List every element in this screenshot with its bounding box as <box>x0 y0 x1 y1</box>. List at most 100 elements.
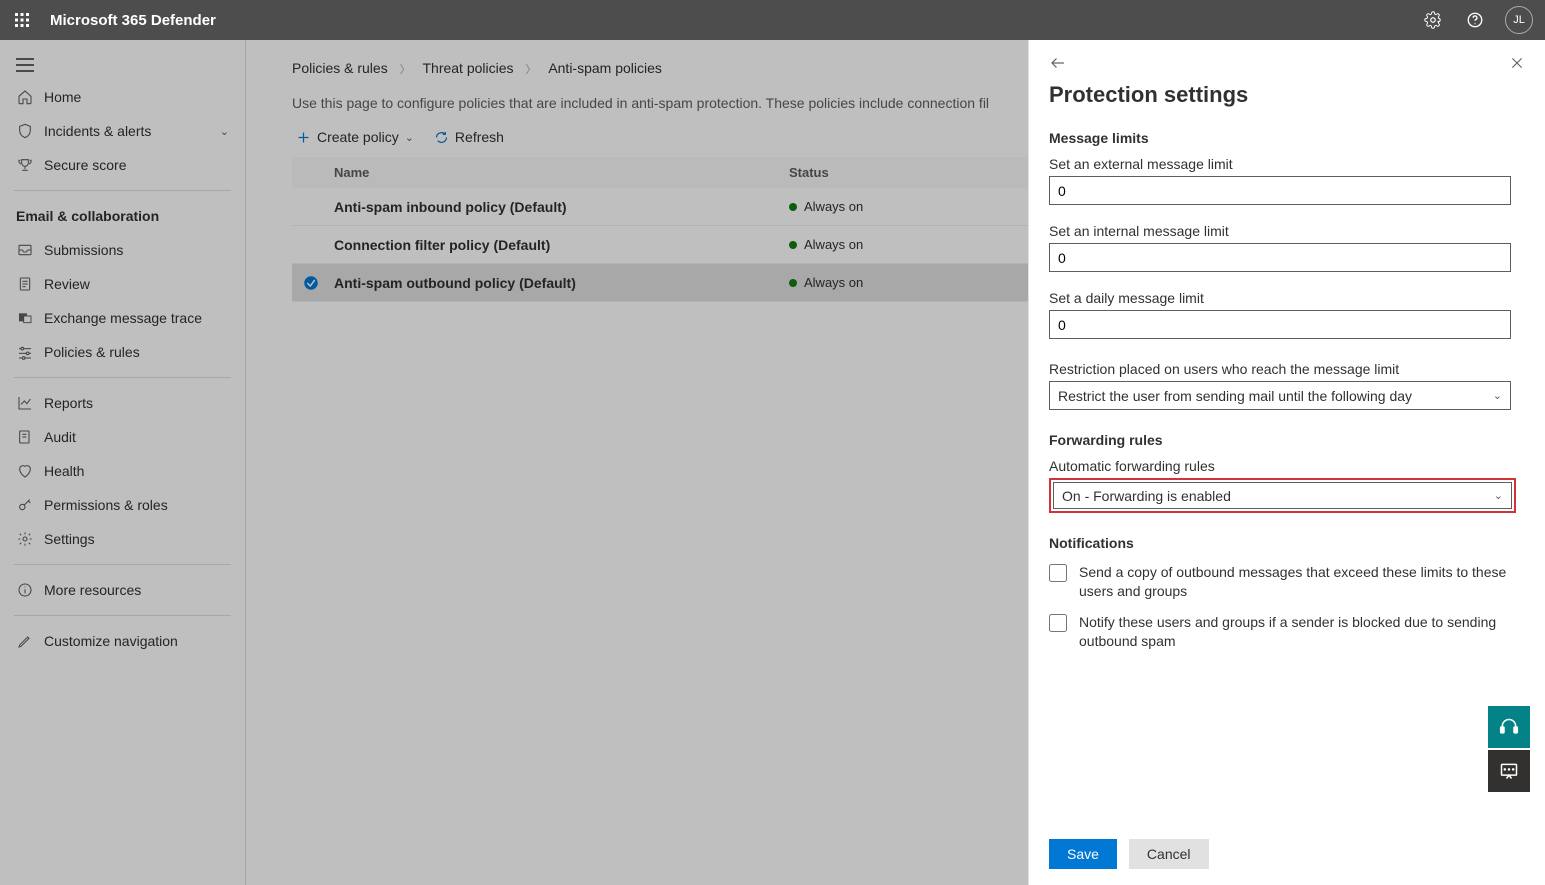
support-button[interactable] <box>1488 706 1530 748</box>
nav-health[interactable]: Health <box>0 454 245 488</box>
chevron-down-icon: ⌄ <box>1494 489 1503 502</box>
section-forwarding: Forwarding rules <box>1049 432 1525 448</box>
trophy-icon <box>16 157 34 173</box>
nav-label: Policies & rules <box>44 344 140 360</box>
nav-more-resources[interactable]: More resources <box>0 573 245 607</box>
row-status: Always on <box>789 237 929 252</box>
nav-label: Submissions <box>44 242 123 258</box>
section-notifications: Notifications <box>1049 535 1525 551</box>
nav-customize[interactable]: Customize navigation <box>0 624 245 658</box>
row-status: Always on <box>789 199 929 214</box>
app-launcher-icon[interactable] <box>12 10 32 30</box>
nav-secure-score[interactable]: Secure score <box>0 148 245 182</box>
app-title: Microsoft 365 Defender <box>50 12 216 29</box>
chevron-down-icon: ⌄ <box>1493 389 1502 402</box>
refresh-button[interactable]: Refresh <box>434 129 504 145</box>
nav-label: More resources <box>44 582 141 598</box>
nav-settings[interactable]: Settings <box>0 522 245 556</box>
nav-divider <box>14 377 231 378</box>
nav-submissions[interactable]: Submissions <box>0 233 245 267</box>
nav-label: Permissions & roles <box>44 497 168 513</box>
button-label: Refresh <box>455 129 504 145</box>
nav-label: Customize navigation <box>44 633 178 649</box>
chevron-right-icon: 〉 <box>525 64 536 76</box>
nav-divider <box>14 564 231 565</box>
status-dot-icon <box>789 241 797 249</box>
refresh-icon <box>434 130 449 145</box>
nav-policies[interactable]: Policies & rules <box>0 335 245 369</box>
help-icon[interactable] <box>1463 8 1487 32</box>
nav-audit[interactable]: Audit <box>0 420 245 454</box>
nav-divider <box>14 190 231 191</box>
gear-icon <box>16 531 34 547</box>
nav-label: Health <box>44 463 84 479</box>
nav-label: Settings <box>44 531 95 547</box>
nav-label: Home <box>44 89 81 105</box>
info-icon <box>16 582 34 598</box>
row-name: Connection filter policy (Default) <box>334 237 789 253</box>
nav-label: Secure score <box>44 157 126 173</box>
daily-limit-label: Set a daily message limit <box>1049 290 1525 306</box>
row-name: Anti-spam outbound policy (Default) <box>334 275 789 291</box>
create-policy-button[interactable]: Create policy ⌄ <box>296 129 414 145</box>
shield-icon <box>16 123 34 139</box>
external-limit-input[interactable] <box>1049 176 1511 205</box>
notify-copy-checkbox[interactable] <box>1049 564 1067 582</box>
auto-forward-label: Automatic forwarding rules <box>1049 458 1525 474</box>
column-header-name[interactable]: Name <box>334 165 789 180</box>
restriction-label: Restriction placed on users who reach th… <box>1049 361 1525 377</box>
notify-copy-label: Send a copy of outbound messages that ex… <box>1079 563 1525 601</box>
breadcrumb-item[interactable]: Threat policies <box>422 60 513 76</box>
close-button[interactable] <box>1509 55 1525 71</box>
section-message-limits: Message limits <box>1049 130 1525 146</box>
breadcrumb-item[interactable]: Policies & rules <box>292 60 388 76</box>
breadcrumb-item[interactable]: Anti-spam policies <box>548 60 662 76</box>
floating-actions <box>1488 706 1530 792</box>
daily-limit-input[interactable] <box>1049 310 1511 339</box>
restriction-select[interactable]: Restrict the user from sending mail unti… <box>1049 381 1511 410</box>
row-status: Always on <box>789 275 929 290</box>
nav-toggle[interactable] <box>0 50 245 80</box>
internal-limit-input[interactable] <box>1049 243 1511 272</box>
settings-icon[interactable] <box>1421 8 1445 32</box>
document-icon <box>16 276 34 292</box>
internal-limit-label: Set an internal message limit <box>1049 223 1525 239</box>
heart-icon <box>16 463 34 479</box>
sliders-icon <box>16 344 34 360</box>
nav-review[interactable]: Review <box>0 267 245 301</box>
inbox-icon <box>16 242 34 258</box>
pencil-icon <box>16 633 34 649</box>
back-button[interactable] <box>1049 54 1067 72</box>
select-value: On - Forwarding is enabled <box>1062 488 1231 504</box>
chevron-down-icon: ⌄ <box>220 125 229 138</box>
column-header-status[interactable]: Status <box>789 165 909 180</box>
chevron-right-icon: 〉 <box>400 64 411 76</box>
key-icon <box>16 497 34 513</box>
exchange-icon <box>16 310 34 326</box>
nav-label: Incidents & alerts <box>44 123 151 139</box>
external-limit-label: Set an external message limit <box>1049 156 1525 172</box>
nav-permissions[interactable]: Permissions & roles <box>0 488 245 522</box>
status-dot-icon <box>789 279 797 287</box>
nav-reports[interactable]: Reports <box>0 386 245 420</box>
user-avatar[interactable]: JL <box>1505 6 1533 34</box>
status-dot-icon <box>789 203 797 211</box>
save-button[interactable]: Save <box>1049 839 1117 869</box>
nav-sidebar: Home Incidents & alerts ⌄ Secure score E… <box>0 40 246 885</box>
nav-label: Reports <box>44 395 93 411</box>
nav-home[interactable]: Home <box>0 80 245 114</box>
notify-blocked-checkbox[interactable] <box>1049 614 1067 632</box>
nav-label: Audit <box>44 429 76 445</box>
feedback-button[interactable] <box>1488 750 1530 792</box>
chevron-down-icon: ⌄ <box>405 131 414 144</box>
check-icon <box>302 274 320 292</box>
nav-exchange-trace[interactable]: Exchange message trace <box>0 301 245 335</box>
nav-incidents[interactable]: Incidents & alerts ⌄ <box>0 114 245 148</box>
cancel-button[interactable]: Cancel <box>1129 839 1209 869</box>
auto-forward-select[interactable]: On - Forwarding is enabled ⌄ <box>1053 482 1512 509</box>
audit-icon <box>16 429 34 445</box>
chart-icon <box>16 395 34 411</box>
app-header: Microsoft 365 Defender JL <box>0 0 1545 40</box>
plus-icon <box>296 130 311 145</box>
nav-divider <box>14 615 231 616</box>
